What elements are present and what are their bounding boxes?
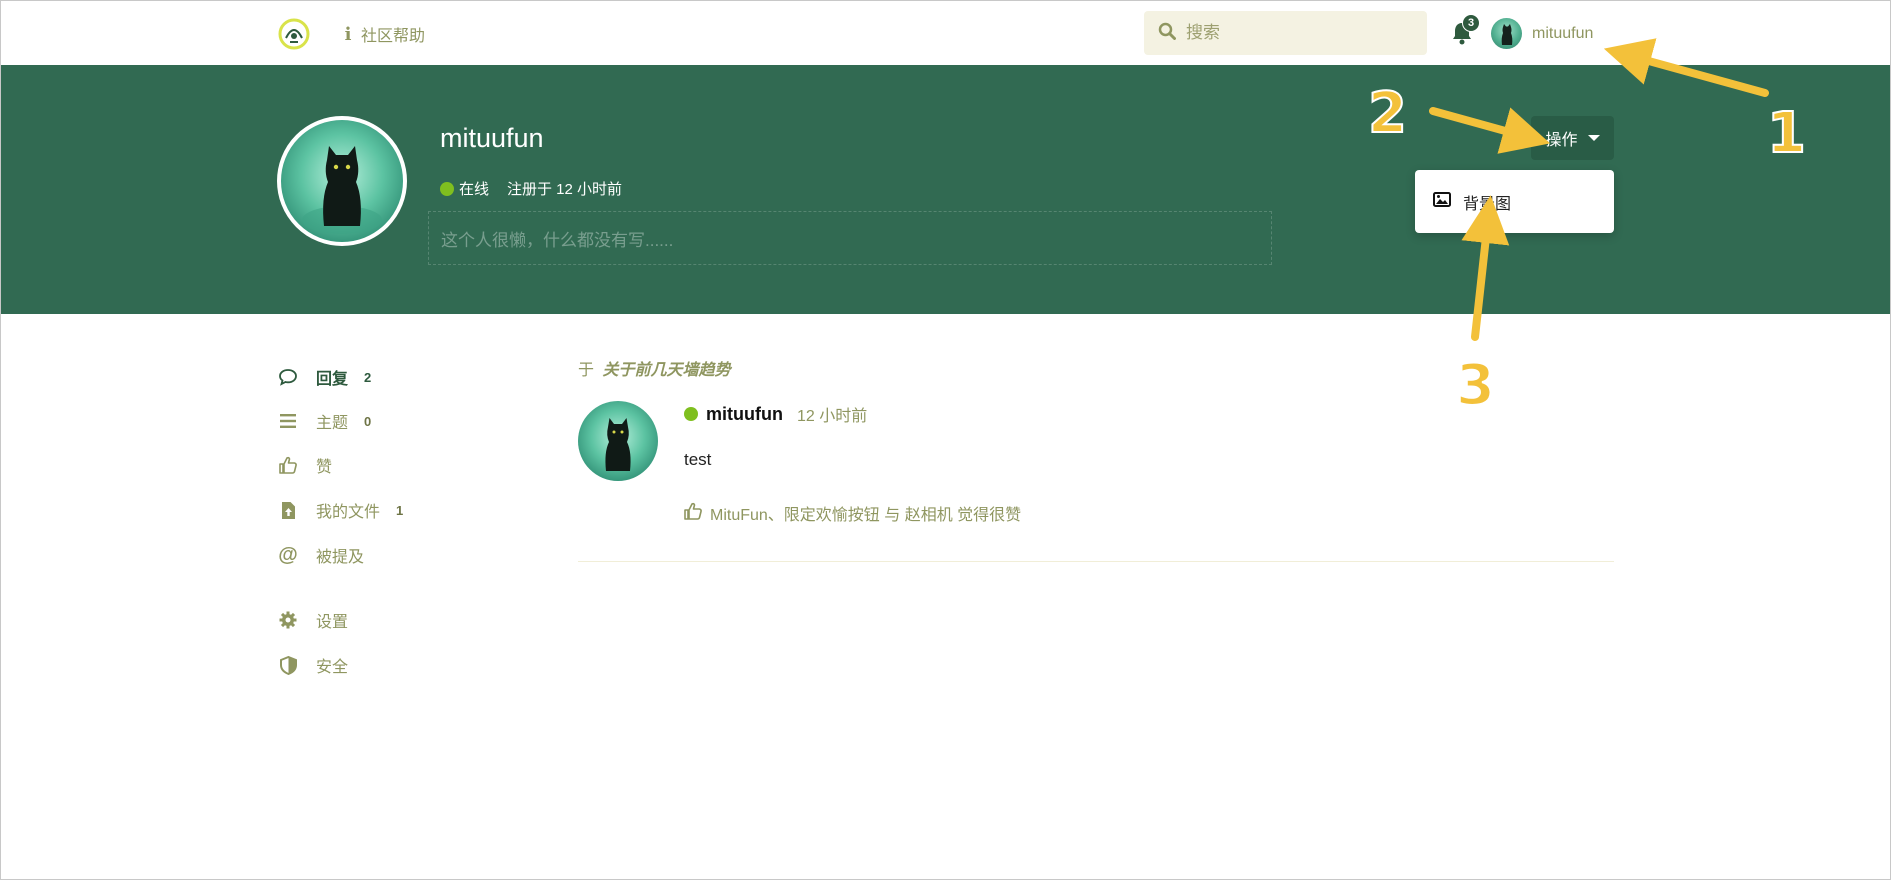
registered-time: 注册于 12 小时前 xyxy=(507,181,623,198)
nav-item-label: 我的文件 xyxy=(316,504,381,521)
search-box[interactable] xyxy=(1144,11,1427,55)
nav-item-count: 0 xyxy=(364,413,372,429)
nav-item-label: 赞 xyxy=(316,459,333,476)
nav-item-settings[interactable]: 设置 xyxy=(278,608,348,632)
nav-item-replies[interactable]: 回复 2 xyxy=(278,365,371,389)
nav-item-my-files[interactable]: 我的文件 1 xyxy=(278,498,403,522)
annotation-number-2: 2 xyxy=(1367,80,1408,147)
at-icon: @ xyxy=(278,543,298,566)
chat-bubble-icon xyxy=(278,367,298,387)
list-icon xyxy=(278,411,298,431)
post-author-name[interactable]: mituufun xyxy=(706,404,783,425)
thumbs-up-icon[interactable] xyxy=(684,502,702,525)
post-context: 于 关于前几天墙趋势 xyxy=(578,356,730,380)
nav-item-mentions[interactable]: @ 被提及 xyxy=(278,543,364,567)
nav-item-likes[interactable]: 赞 xyxy=(278,453,332,477)
profile-status-line: 在线 注册于 12 小时前 xyxy=(440,178,622,199)
username-label: mituufun xyxy=(1532,24,1594,42)
post-author-avatar[interactable] xyxy=(578,401,658,481)
likes-text[interactable]: MituFun、限定欢愉按钮 与 赵相机 觉得很赞 xyxy=(710,501,1021,525)
community-help-link[interactable]: i 社区帮助 xyxy=(343,22,425,46)
post-context-prefix: 于 xyxy=(578,362,595,379)
post-time[interactable]: 12 小时前 xyxy=(797,402,867,426)
actions-button-label: 操作 xyxy=(1545,132,1578,149)
site-logo[interactable] xyxy=(278,16,310,52)
post-likes: MituFun、限定欢愉按钮 与 赵相机 觉得很赞 xyxy=(684,501,1021,525)
bio-field[interactable]: 这个人很懒，什么都没有写...... xyxy=(428,211,1272,265)
nav-item-topics[interactable]: 主题 0 xyxy=(278,409,371,433)
top-header: i 社区帮助 3 mituufun xyxy=(1,1,1890,65)
help-link-label: 社区帮助 xyxy=(361,28,426,45)
nav-item-label: 被提及 xyxy=(316,549,365,566)
file-upload-icon xyxy=(278,500,298,520)
post-header: mituufun 12 小时前 xyxy=(684,402,867,426)
nav-item-label: 设置 xyxy=(316,614,349,631)
info-icon: i xyxy=(344,23,352,45)
profile-avatar xyxy=(277,116,407,246)
actions-dropdown-button[interactable]: 操作 xyxy=(1531,116,1614,160)
online-status-label: 在线 xyxy=(459,181,490,198)
notification-count-badge: 3 xyxy=(1462,14,1480,32)
search-icon xyxy=(1158,22,1176,45)
shield-icon xyxy=(278,655,298,675)
search-input[interactable] xyxy=(1186,23,1406,43)
nav-item-count: 2 xyxy=(364,369,372,385)
nav-item-label: 主题 xyxy=(316,415,349,432)
avatar xyxy=(1491,18,1522,49)
profile-name: mituufun xyxy=(440,123,544,153)
gear-icon xyxy=(278,610,298,630)
annotation-number-1: 1 xyxy=(1766,100,1807,167)
online-status-dot xyxy=(684,407,698,421)
actions-dropdown-menu: 背景图 xyxy=(1415,170,1614,233)
nav-item-label: 回复 xyxy=(316,371,349,388)
post-body: test xyxy=(684,450,712,469)
post-discussion-title-link[interactable]: 关于前几天墙趋势 xyxy=(602,362,730,379)
caret-down-icon xyxy=(1587,135,1600,141)
image-icon xyxy=(1433,192,1451,212)
menu-item-label: 背景图 xyxy=(1463,196,1512,213)
post-divider xyxy=(578,561,1614,562)
online-status-dot xyxy=(440,181,454,196)
thumbs-up-icon xyxy=(278,455,298,475)
nav-item-count: 1 xyxy=(396,502,404,518)
nav-item-security[interactable]: 安全 xyxy=(278,653,348,677)
menu-item-background-image[interactable]: 背景图 xyxy=(1433,190,1511,214)
nav-item-label: 安全 xyxy=(316,659,349,676)
annotation-number-3: 3 xyxy=(1455,352,1496,419)
user-menu[interactable]: mituufun xyxy=(1491,18,1593,49)
